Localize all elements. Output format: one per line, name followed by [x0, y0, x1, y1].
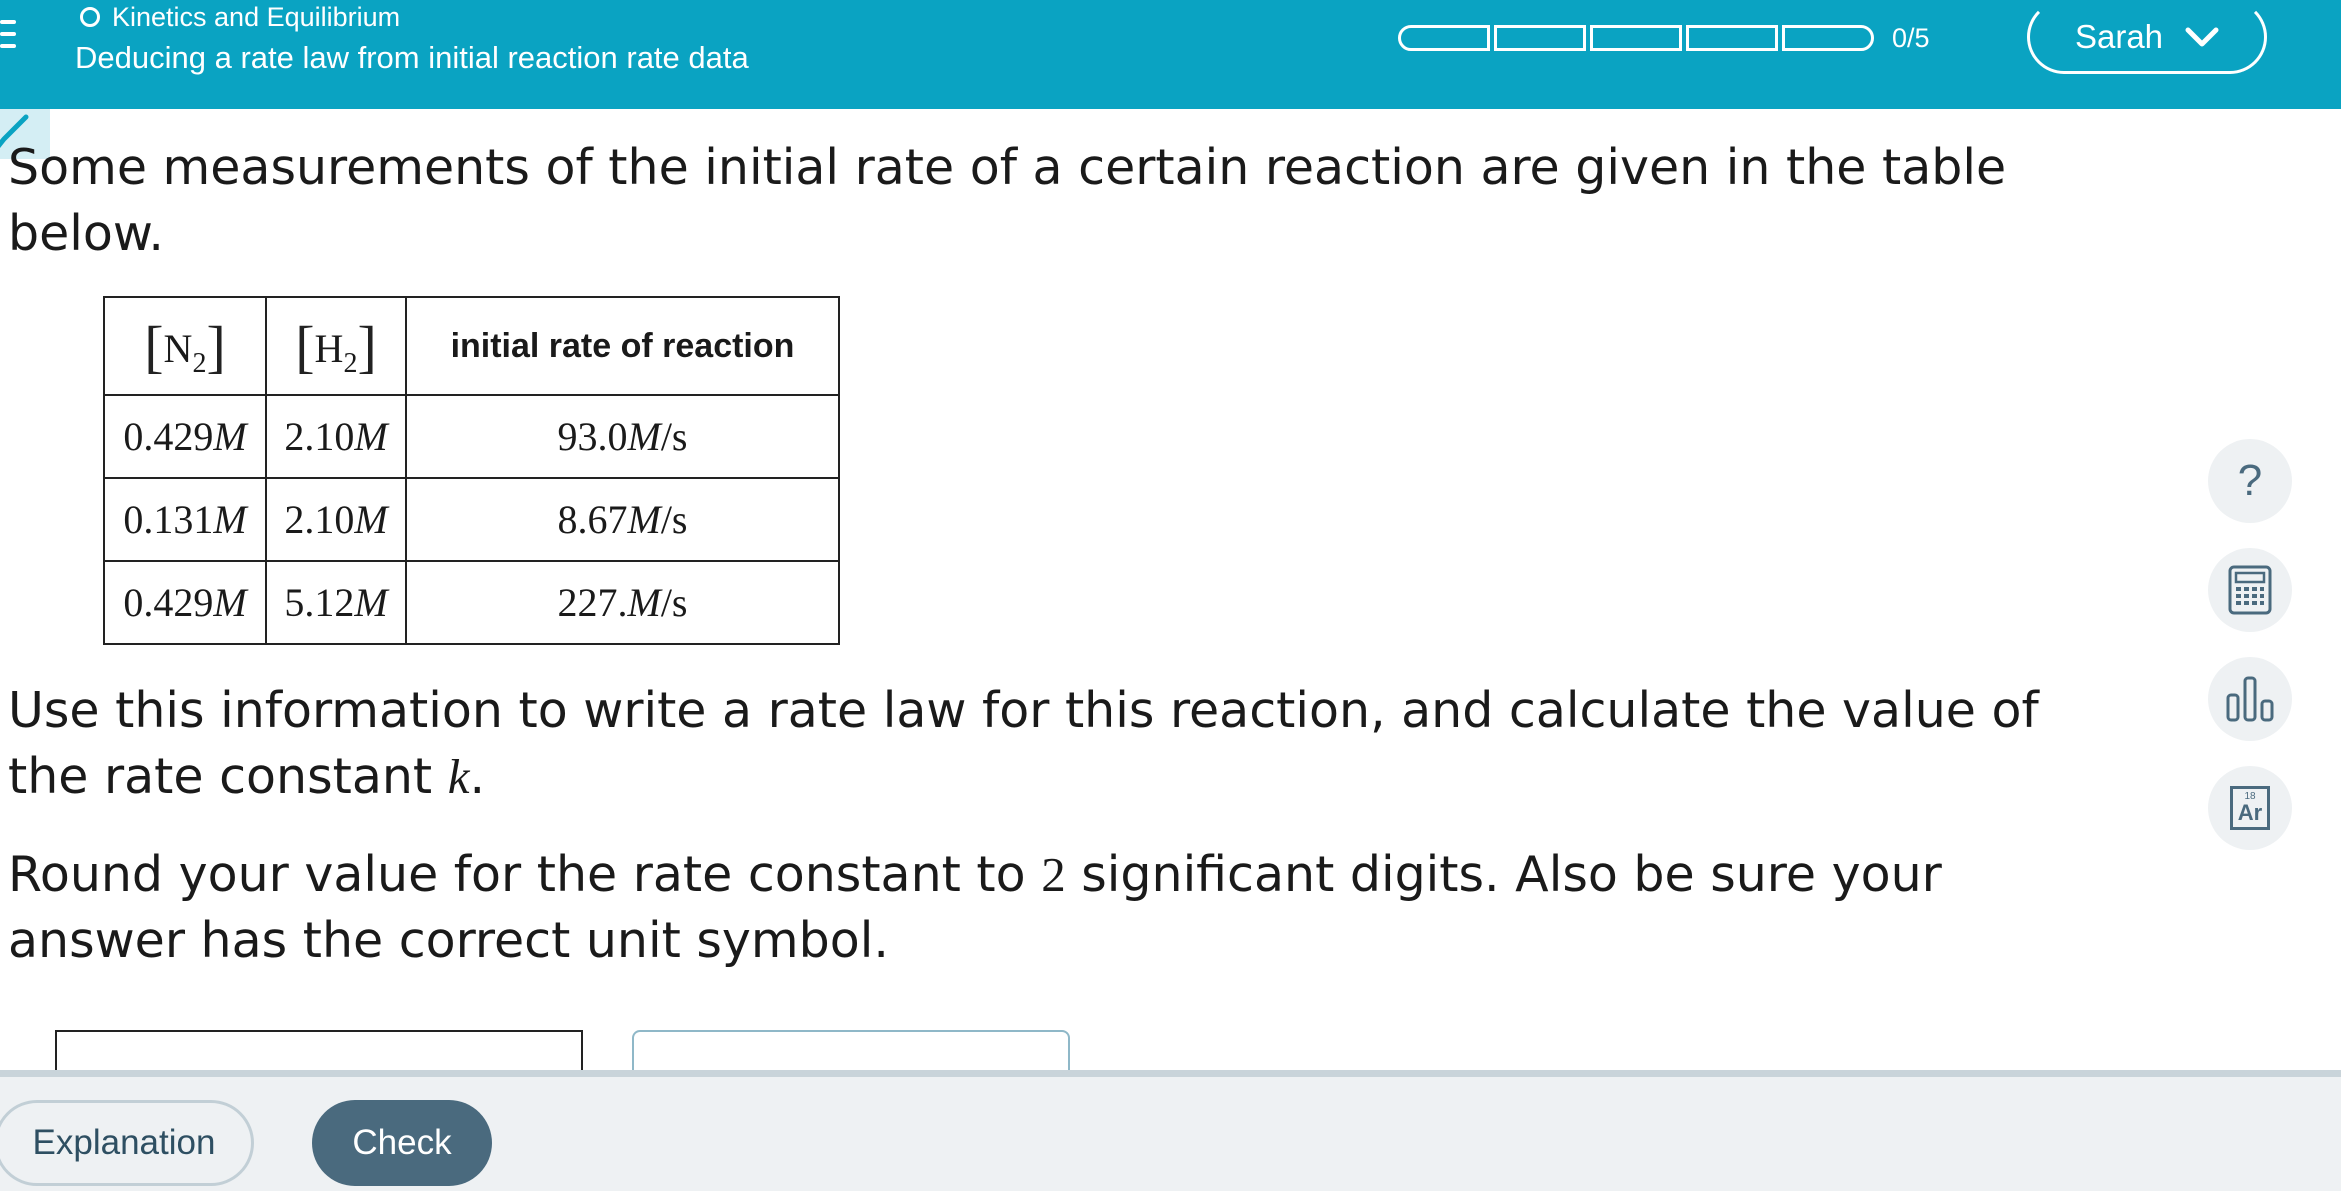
data-button[interactable] [2208, 657, 2292, 741]
explanation-button[interactable]: Explanation [0, 1100, 254, 1186]
calculator-button[interactable] [2208, 548, 2292, 632]
progress-segment [1398, 25, 1490, 51]
cell-h2: 2.10M [265, 477, 407, 562]
instruction-rate-law: Use this information to write a rate law… [8, 682, 2039, 805]
check-button[interactable]: Check [312, 1100, 492, 1186]
progress-segment [1590, 25, 1682, 51]
progress-bar: 0/5 [1398, 22, 1930, 53]
header-h2: [H2] [265, 296, 407, 396]
cell-n2: 0.429M [103, 560, 267, 645]
cell-n2: 0.429M [103, 394, 267, 479]
user-menu-button[interactable]: Sarah [2027, 0, 2267, 74]
header-n2: [N2] [103, 296, 267, 396]
help-button[interactable]: ? [2208, 439, 2292, 523]
topic-breadcrumb: Kinetics and Equilibrium [80, 0, 400, 34]
k-symbol: k [447, 749, 470, 804]
top-bar: Kinetics and Equilibrium Deducing a rate… [0, 0, 2341, 109]
table-header-row: [N2] [H2] initial rate of reaction [103, 296, 840, 396]
topic-circle-icon [80, 7, 100, 27]
progress-count: 0/5 [1892, 22, 1930, 53]
table-row: 0.131M 2.10M 8.67M/s [103, 477, 840, 562]
cell-h2: 5.12M [265, 560, 407, 645]
cell-rate: 8.67M/s [405, 477, 840, 562]
cell-rate: 227.M/s [405, 560, 840, 645]
instruction-rounding: Round your value for the rate constant t… [8, 846, 1942, 969]
page-title: Deducing a rate law from initial reactio… [75, 40, 749, 75]
table-row: 0.429M 5.12M 227.M/s [103, 560, 840, 645]
question-intro: Some measurements of the initial rate of… [8, 139, 2007, 262]
rate-data-table: [N2] [H2] initial rate of reaction 0.429… [103, 296, 840, 645]
topic-label: Kinetics and Equilibrium [112, 1, 401, 32]
user-name: Sarah [2074, 18, 2164, 55]
header-rate: initial rate of reaction [405, 296, 840, 396]
progress-segment [1686, 25, 1778, 51]
progress-segment [1782, 25, 1874, 51]
table-row: 0.429M 2.10M 93.0M/s [103, 394, 840, 479]
periodic-table-button[interactable]: 18 Ar [2208, 766, 2292, 850]
question-mark-icon: ? [2237, 456, 2263, 505]
menu-icon[interactable] [0, 18, 22, 62]
sig-digit-count: 2 [1041, 847, 1066, 902]
cell-h2: 2.10M [265, 394, 407, 479]
calculator-icon [2228, 565, 2272, 615]
bar-chart-icon [2226, 676, 2274, 722]
progress-segment [1494, 25, 1586, 51]
periodic-table-icon: 18 Ar [2230, 786, 2270, 830]
chevron-down-icon [2185, 27, 2219, 47]
cell-rate: 93.0M/s [405, 394, 840, 479]
cell-n2: 0.131M [103, 477, 267, 562]
